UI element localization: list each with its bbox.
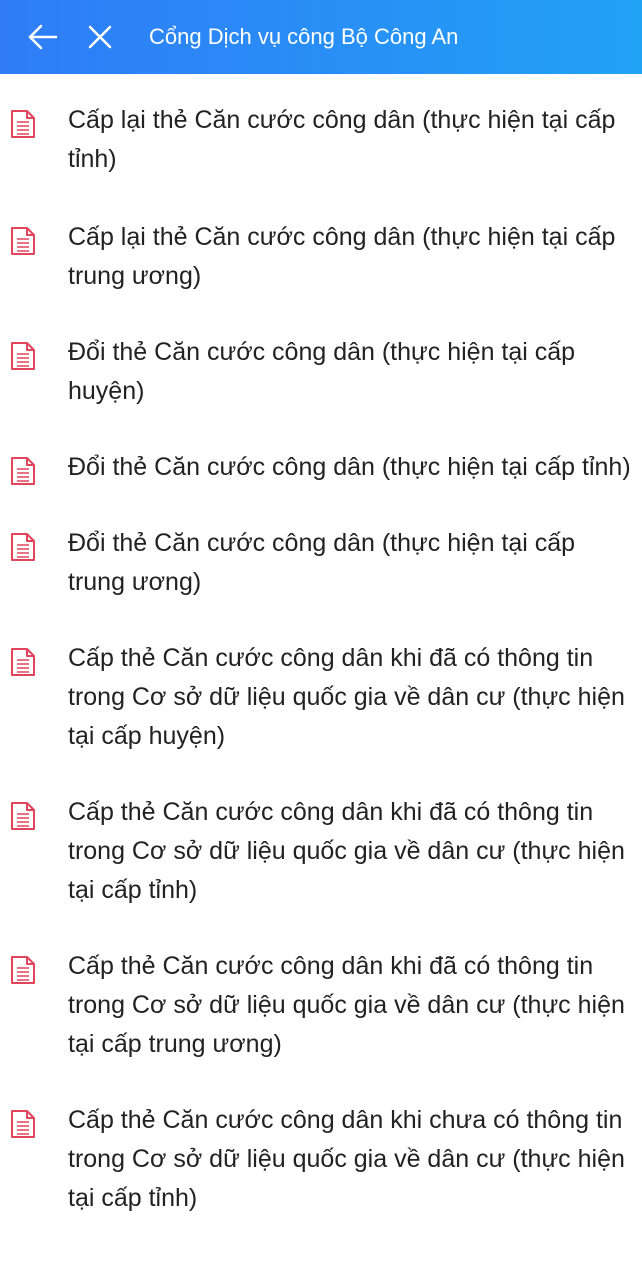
document-icon: [9, 955, 37, 985]
list-item[interactable]: Cấp thẻ Căn cước công dân khi chưa có th…: [0, 1101, 642, 1218]
list-item[interactable]: Cấp thẻ Căn cước công dân khi đã có thôn…: [0, 793, 642, 910]
document-icon: [9, 1109, 37, 1139]
list-item[interactable]: Cấp thẻ Căn cước công dân khi đã có thôn…: [0, 947, 642, 1064]
procedure-label: Đổi thẻ Căn cước công dân (thực hiện tại…: [68, 529, 576, 596]
document-icon: [9, 801, 37, 831]
procedure-label: Cấp lại thẻ Căn cước công dân (thực hiện…: [68, 223, 616, 290]
app-screen: Cổng Dịch vụ công Bộ Công An Cấp lại thẻ…: [0, 0, 642, 1280]
procedure-label: Cấp lại thẻ Căn cước công dân (thực hiện…: [68, 106, 616, 173]
document-icon: [9, 647, 37, 677]
arrow-left-icon: [28, 24, 58, 50]
list-item[interactable]: Đổi thẻ Căn cước công dân (thực hiện tại…: [0, 333, 642, 411]
list-item[interactable]: Đổi thẻ Căn cước công dân (thực hiện tại…: [0, 524, 642, 602]
back-button[interactable]: [26, 21, 60, 53]
list-item[interactable]: Cấp thẻ Căn cước công dân khi đã có thôn…: [0, 639, 642, 756]
page-title: Cổng Dịch vụ công Bộ Công An: [149, 24, 459, 49]
list-item[interactable]: Cấp lại thẻ Căn cước công dân (thực hiện…: [0, 218, 642, 296]
procedure-label: Cấp thẻ Căn cước công dân khi đã có thôn…: [68, 644, 625, 750]
document-icon: [9, 109, 37, 139]
list-item[interactable]: Đổi thẻ Căn cước công dân (thực hiện tại…: [0, 448, 642, 487]
app-header: Cổng Dịch vụ công Bộ Công An: [0, 0, 642, 74]
document-icon: [9, 456, 37, 486]
document-icon: [9, 341, 37, 371]
procedure-label: Cấp thẻ Căn cước công dân khi đã có thôn…: [68, 952, 625, 1058]
close-icon: [88, 25, 112, 49]
procedure-list: Cấp lại thẻ Căn cước công dân (thực hiện…: [0, 74, 642, 1218]
close-button[interactable]: [84, 21, 116, 53]
document-icon: [9, 226, 37, 256]
procedure-label: Đổi thẻ Căn cước công dân (thực hiện tại…: [68, 338, 576, 405]
document-icon: [9, 532, 37, 562]
list-item[interactable]: Cấp lại thẻ Căn cước công dân (thực hiện…: [0, 101, 642, 179]
procedure-label: Đổi thẻ Căn cước công dân (thực hiện tại…: [68, 453, 631, 481]
procedure-label: Cấp thẻ Căn cước công dân khi đã có thôn…: [68, 798, 625, 904]
procedure-label: Cấp thẻ Căn cước công dân khi chưa có th…: [68, 1106, 625, 1212]
